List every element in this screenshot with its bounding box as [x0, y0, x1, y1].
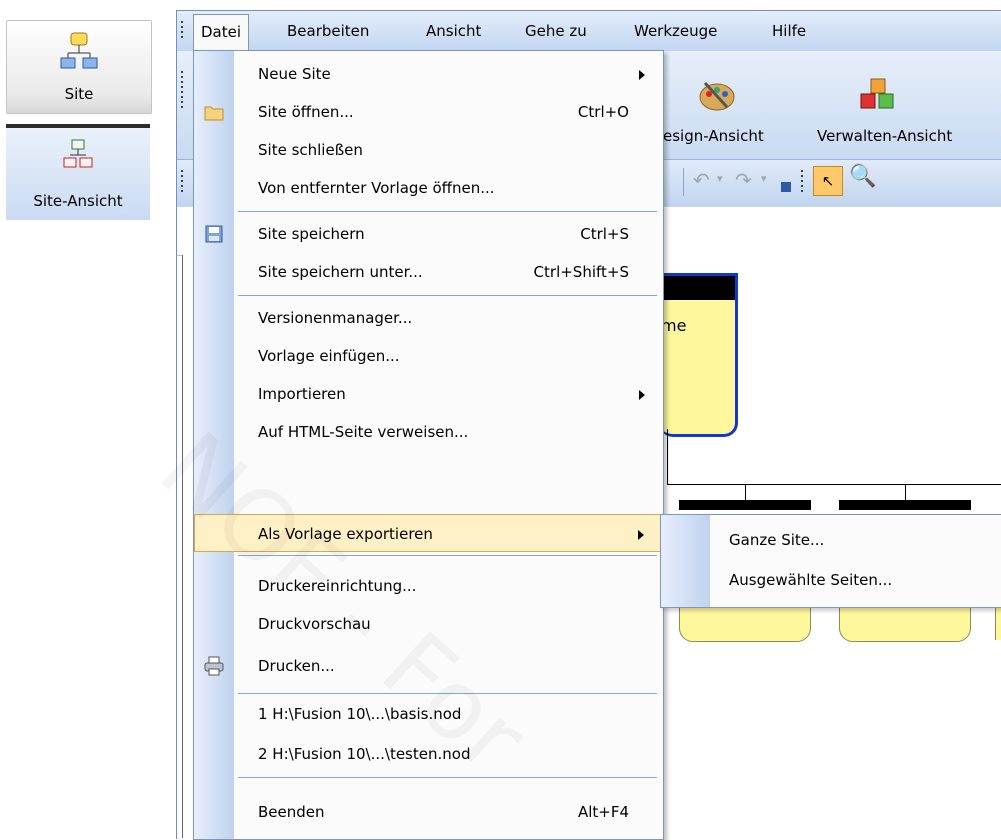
site-ansicht-button[interactable]: Site-Ansicht [6, 124, 150, 220]
connector-line [667, 429, 668, 485]
toolbar-grip[interactable] [181, 170, 184, 195]
menu-item-shortcut: Ctrl+Shift+S [533, 263, 629, 281]
menu-item-neue-site[interactable]: Neue Site [194, 55, 663, 93]
printer-icon [204, 656, 224, 676]
menu-item-site-schliessen[interactable]: Site schließen [194, 131, 663, 169]
menu-item-site-speichern[interactable]: Site speichern Ctrl+S [194, 215, 663, 253]
site-ansicht-label: Site-Ansicht [33, 192, 123, 210]
toolbar-grip[interactable] [181, 71, 184, 111]
toolbar-grip[interactable] [181, 21, 184, 41]
menu-item-label: Auf HTML-Seite verweisen... [258, 423, 469, 441]
redo-dropdown-icon[interactable]: ▾ [761, 172, 767, 185]
menu-item-label: Beenden [258, 803, 325, 821]
menu-item-shortcut: Ctrl+O [577, 103, 629, 121]
connector-line [905, 484, 906, 500]
menu-item-vorlage-einfuegen[interactable]: Vorlage einfügen... [194, 337, 663, 375]
menu-bar: Bearbeiten Ansicht Gehe zu Werkzeuge Hil… [177, 11, 1001, 51]
node-header [659, 276, 735, 300]
undo-dropdown-icon[interactable]: ▾ [717, 172, 723, 185]
menu-item-shortcut: Ctrl+S [580, 225, 629, 243]
child-node-header [839, 500, 971, 510]
submenu-arrow-icon [638, 530, 644, 540]
site-structure-icon [63, 139, 93, 168]
view-switcher-panel: Site Site-Ansicht [0, 0, 176, 838]
menu-icon-gutter [661, 515, 710, 607]
sitemap-icon [60, 32, 98, 69]
toolbar-grip[interactable] [801, 170, 804, 195]
folder-icon [204, 106, 224, 121]
menu-item-auf-html-seite-verweisen[interactable]: Auf HTML-Seite verweisen... [194, 413, 663, 451]
menu-werkzeuge[interactable]: Werkzeuge [627, 11, 724, 51]
connector-line [667, 484, 1001, 485]
root-page-node[interactable]: me [659, 273, 738, 437]
menu-ansicht[interactable]: Ansicht [419, 11, 488, 51]
submenu-item-ausgewaehlte-seiten[interactable]: Ausgewählte Seiten... [729, 561, 892, 599]
menu-item-label: Von entfernter Vorlage öffnen... [258, 179, 495, 197]
menu-item-label: Vorlage einfügen... [258, 347, 400, 365]
save-icon [205, 225, 223, 243]
toolbar-separator [683, 168, 684, 196]
menu-item-beenden[interactable]: Beenden Alt+F4 [194, 793, 663, 831]
manage-view-button[interactable]: Verwalten-Ansicht [817, 127, 952, 145]
menu-separator [238, 211, 657, 212]
menu-item-label: Site speichern unter... [258, 263, 423, 281]
file-menu-dropdown: Neue Site Site öffnen... Ctrl+O Site sch… [139, 50, 664, 840]
zoom-tool-icon[interactable]: 🔍 [849, 164, 876, 189]
menu-datei[interactable]: Datei [193, 14, 250, 51]
menu-item-label: Site speichern [258, 225, 365, 243]
site-view-label: Site [64, 85, 94, 103]
menu-item-site-speichern-unter[interactable]: Site speichern unter... Ctrl+Shift+S [194, 253, 663, 291]
child-node-header [679, 500, 811, 510]
export-submenu: Ganze Site... Ausgewählte Seiten... [660, 514, 1001, 608]
menu-hilfe[interactable]: Hilfe [765, 11, 813, 51]
redo-icon[interactable]: ↷ [735, 168, 752, 192]
menu-item-label: Neue Site [258, 65, 331, 83]
pointer-tool-icon[interactable]: ↖ [813, 166, 843, 196]
menu-item-versionenmanager[interactable]: Versionenmanager... [194, 299, 663, 337]
menu-item-label: Versionenmanager... [258, 309, 413, 327]
menu-separator [238, 777, 657, 778]
menu-item-shortcut: Alt+F4 [577, 803, 629, 821]
menu-item-von-entfernter-vorlage[interactable]: Von entfernter Vorlage öffnen... [194, 169, 663, 207]
undo-icon[interactable]: ↶ [693, 168, 710, 192]
menu-item-site-oeffnen[interactable]: Site öffnen... Ctrl+O [194, 93, 663, 131]
menu-item-label: Site schließen [258, 141, 363, 159]
design-view-button[interactable]: esign-Ansicht [663, 127, 764, 145]
site-view-button[interactable]: Site [6, 20, 152, 114]
menu-bearbeiten[interactable]: Bearbeiten [280, 11, 376, 51]
submenu-arrow-icon [639, 390, 645, 400]
connector-line [745, 484, 746, 500]
node-title: me [661, 316, 687, 335]
palette-icon [699, 81, 735, 111]
menu-gehe-zu[interactable]: Gehe zu [518, 11, 594, 51]
menu-item-label: Importieren [258, 385, 346, 403]
menu-item-label: Site öffnen... [258, 103, 354, 121]
menu-item-importieren[interactable]: Importieren [194, 375, 663, 413]
submenu-item-ganze-site[interactable]: Ganze Site... [729, 521, 824, 559]
menu-separator [238, 295, 657, 296]
toolbar-overflow-icon[interactable] [781, 182, 791, 192]
cubes-icon [860, 78, 894, 109]
submenu-arrow-icon [639, 70, 645, 80]
